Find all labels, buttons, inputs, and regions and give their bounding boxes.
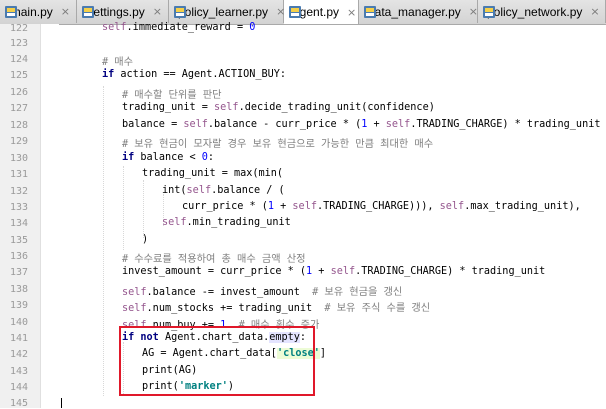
line-number: 133 — [9, 202, 28, 213]
close-icon[interactable]: × — [590, 5, 599, 18]
indent-guide — [123, 166, 124, 250]
code-line-135: ) — [142, 234, 149, 245]
tab-data-manager[interactable]: data_manager.py × — [359, 0, 478, 23]
close-icon[interactable]: × — [347, 6, 356, 19]
close-icon[interactable]: × — [469, 5, 478, 18]
tab-settings[interactable]: settings.py × — [77, 0, 169, 23]
line-number: 132 — [9, 186, 28, 197]
tab-label: settings.py — [87, 4, 145, 19]
tab-label: data_manager.py — [368, 4, 461, 19]
text-cursor — [61, 398, 62, 408]
line-number: 143 — [9, 366, 28, 377]
line-number: 128 — [9, 120, 28, 131]
line-number: 125 — [9, 70, 28, 81]
line-number: 140 — [9, 317, 28, 328]
tab-label: policy_network.py — [487, 4, 583, 19]
code-line-133: curr_price * (1 + self.TRADING_CHARGE)))… — [182, 201, 581, 212]
line-number: 134 — [9, 218, 28, 229]
line-number: 145 — [9, 398, 28, 409]
line-number: 137 — [9, 267, 28, 278]
line-number: 142 — [9, 349, 28, 360]
code-line-125: if action == Agent.ACTION_BUY: — [102, 69, 287, 80]
code-line-131: trading_unit = max(min( — [142, 168, 284, 179]
python-file-icon — [81, 5, 94, 19]
line-number: 131 — [9, 169, 28, 180]
line-number: 130 — [9, 153, 28, 164]
code-line-138: self.balance -= invest_amount # 보유 현금을 갱… — [122, 287, 403, 298]
line-number: 136 — [9, 251, 28, 262]
indent-guide — [143, 180, 144, 238]
code-line-139: self.num_stocks += trading_unit # 보유 주식 … — [122, 303, 431, 314]
line-number: 138 — [9, 284, 28, 295]
code-line-128: balance = self.balance - curr_price * (1… — [122, 119, 601, 130]
close-icon[interactable]: × — [153, 5, 162, 18]
code-line-137: invest_amount = curr_price * (1 + self.T… — [122, 266, 546, 277]
editor-window: main.py × settings.py × policy_learner.py × ag… — [0, 0, 606, 409]
fold-column[interactable] — [41, 24, 59, 408]
code-line-136: # 수수료를 적용하여 총 매수 금액 산정 — [122, 254, 306, 265]
line-number: 123 — [9, 38, 28, 49]
line-number: 126 — [9, 87, 28, 98]
code-line-134: self.min_trading_unit — [162, 217, 291, 228]
line-number: 141 — [9, 333, 28, 344]
tab-agent[interactable]: agent.py × — [284, 0, 359, 24]
line-number: 139 — [9, 300, 28, 311]
line-number: 129 — [9, 136, 28, 147]
line-number: 122 — [9, 23, 28, 34]
code-line-122: self.immediate_reward = 0 — [102, 22, 256, 33]
tab-label: policy_learner.py — [178, 4, 269, 19]
line-number: 127 — [9, 103, 28, 114]
line-number: 135 — [9, 235, 28, 246]
tab-bar: main.py × settings.py × policy_learner.py × ag… — [0, 0, 606, 25]
line-number-gutter: 122 123 124 125 126 127 128 129 130 131 132 133 134 1… — [0, 23, 40, 409]
close-icon[interactable]: × — [61, 5, 70, 18]
tab-policy-learner[interactable]: policy_learner.py × — [169, 0, 285, 23]
code-line-129: # 보유 현금이 모자랄 경우 보유 현금으로 가능한 만큼 최대한 매수 — [122, 139, 434, 150]
code-line-130: if balance < 0: — [122, 152, 215, 163]
code-line-132: int(self.balance / ( — [162, 185, 285, 196]
highlight-box — [119, 326, 315, 396]
tab-policy-network[interactable]: policy_network.py × — [478, 0, 606, 23]
line-number: 144 — [9, 382, 28, 393]
line-number: 124 — [9, 54, 28, 65]
code-line-126: # 매수할 단위를 판단 — [122, 90, 222, 101]
code-line-127: trading_unit = self.decide_trading_unit(… — [122, 102, 435, 113]
indent-guide — [103, 86, 104, 396]
python-file-icon — [4, 5, 17, 19]
tab-main[interactable]: main.py × — [0, 0, 77, 23]
code-line-124: # 매수 — [102, 57, 134, 68]
